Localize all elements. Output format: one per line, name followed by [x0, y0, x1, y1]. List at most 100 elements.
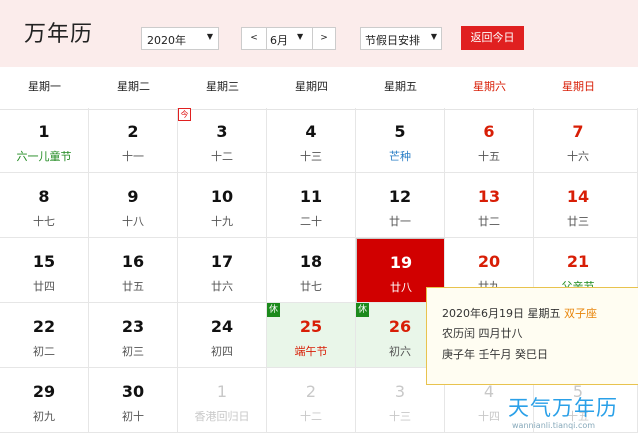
lunar-or-festival-label: 十二 [300, 410, 322, 423]
weekday-label: 星期六 [473, 80, 506, 93]
lunar-or-festival-label: 初二 [33, 345, 55, 358]
tooltip-ganzhi: 庚子年 壬午月 癸巳日 [442, 348, 548, 361]
day-cell[interactable]: 6 十五 [445, 108, 534, 173]
day-cell[interactable]: 23 初三 [89, 303, 178, 368]
day-number: 3 [216, 122, 228, 141]
day-number: 2 [305, 382, 317, 401]
day-cell[interactable]: 16 廿五 [89, 238, 178, 303]
year-select[interactable]: 2020年 ▼ [141, 27, 219, 50]
day-number: 12 [388, 187, 412, 206]
chevron-down-icon[interactable]: ▼ [297, 32, 303, 41]
chevron-down-icon: ▼ [430, 32, 437, 41]
lunar-or-festival-label: 二十 [300, 215, 322, 228]
lunar-or-festival-label: 香港回归日 [194, 410, 250, 423]
weekday-label: 星期五 [384, 80, 417, 93]
day-number: 25 [299, 317, 323, 336]
calendar-grid: 1 六一儿童节 2 十一今 3 十二 4 十三 5 芒种 6 十五 7 十六 8 十七 9 十八 10 十九 11 二十 1… [0, 108, 638, 438]
day-cell[interactable]: 2 十二 [267, 368, 356, 433]
day-number: 6 [483, 122, 495, 141]
day-number: 11 [299, 187, 323, 206]
day-cell[interactable]: 9 十八 [89, 173, 178, 238]
lunar-or-festival-label: 十二 [211, 150, 233, 163]
lunar-or-festival-label: 廿四 [33, 280, 55, 293]
day-number: 20 [477, 252, 501, 271]
prev-month-button[interactable]: < [242, 28, 267, 49]
day-cell[interactable]: 17 廿六 [178, 238, 267, 303]
lunar-or-festival-label: 廿六 [211, 280, 233, 293]
day-number: 13 [477, 187, 501, 206]
day-cell[interactable]: 8 十七 [0, 173, 89, 238]
chevron-down-icon: ▼ [206, 32, 213, 41]
day-number: 21 [566, 252, 590, 271]
today-badge: 今 [178, 108, 191, 121]
lunar-or-festival-label: 初九 [33, 410, 55, 423]
back-to-today-button[interactable]: 返回今日 [461, 26, 524, 50]
day-cell[interactable]: 7 十六 [534, 108, 638, 173]
day-number: 18 [299, 252, 323, 271]
day-cell[interactable]: 22 初二 [0, 303, 89, 368]
day-number: 14 [566, 187, 590, 206]
rest-day-badge: 休 [356, 303, 369, 317]
month-select-value[interactable]: 6月 [270, 32, 288, 48]
day-number: 7 [572, 122, 584, 141]
lunar-or-festival-label: 十五 [478, 150, 500, 163]
tooltip-date: 2020年6月19日 星期五 [442, 307, 561, 320]
day-cell[interactable]: 今 3 十二 [178, 108, 267, 173]
day-number: 16 [121, 252, 145, 271]
lunar-or-festival-label: 廿一 [389, 215, 411, 228]
lunar-or-festival-label: 初四 [211, 345, 233, 358]
page-title: 万年历 [24, 22, 94, 47]
day-number: 22 [32, 317, 56, 336]
day-number: 19 [389, 253, 413, 272]
day-cell[interactable]: 2 十一 [89, 108, 178, 173]
day-number: 30 [121, 382, 145, 401]
lunar-or-festival-label: 十一 [122, 150, 144, 163]
day-number: 10 [210, 187, 234, 206]
day-cell[interactable]: 14 廿三 [534, 173, 638, 238]
lunar-or-festival-label: 廿五 [122, 280, 144, 293]
day-cell[interactable]: 11 二十 [267, 173, 356, 238]
next-month-button[interactable]: > [312, 28, 335, 49]
lunar-or-festival-label: 廿二 [478, 215, 500, 228]
month-selector: < 6月 ▼ > [241, 27, 336, 50]
day-cell[interactable]: 1 六一儿童节 [0, 108, 89, 173]
day-number: 9 [127, 187, 139, 206]
day-number: 1 [38, 122, 50, 141]
day-cell[interactable]: 4 十三 [267, 108, 356, 173]
weekday-label: 星期一 [28, 80, 61, 93]
lunar-or-festival-label: 廿七 [300, 280, 322, 293]
day-cell[interactable]: 5 芒种 [356, 108, 445, 173]
day-cell[interactable]: 18 廿七 [267, 238, 356, 303]
day-number: 17 [210, 252, 234, 271]
day-cell[interactable]: 12 廿一 [356, 173, 445, 238]
lunar-or-festival-label: 六一儿童节 [16, 150, 72, 163]
weekday-label: 星期日 [562, 80, 595, 93]
lunar-or-festival-label: 十九 [211, 215, 233, 228]
day-number: 24 [210, 317, 234, 336]
weekday-header: 星期一 星期二 星期三 星期四 星期五 星期六 星期日 [0, 67, 638, 110]
day-number: 8 [38, 187, 50, 206]
lunar-or-festival-label: 十三 [389, 410, 411, 423]
day-cell[interactable]: 1 香港回归日 [178, 368, 267, 433]
day-number: 23 [121, 317, 145, 336]
day-number: 29 [32, 382, 56, 401]
day-cell[interactable]: 13 廿二 [445, 173, 534, 238]
day-number: 5 [394, 122, 406, 141]
lunar-or-festival-label: 廿三 [567, 215, 589, 228]
watermark-url: wannianli.tianqi.com [512, 421, 596, 430]
year-select-value: 2020年 [147, 34, 186, 47]
day-cell[interactable]: 29 初九 [0, 368, 89, 433]
weekday-label: 星期四 [295, 80, 328, 93]
day-number: 2 [127, 122, 139, 141]
day-number: 1 [216, 382, 228, 401]
day-cell[interactable]: 休 25 端午节 [267, 303, 356, 368]
holiday-select[interactable]: 节假日安排 ▼ [360, 27, 442, 50]
day-number: 4 [305, 122, 317, 141]
day-cell[interactable]: 30 初十 [89, 368, 178, 433]
day-cell[interactable]: 15 廿四 [0, 238, 89, 303]
day-cell[interactable]: 10 十九 [178, 173, 267, 238]
day-detail-tooltip: 2020年6月19日 星期五 双子座 农历闰 四月廿八 庚子年 壬午月 癸巳日 [426, 287, 638, 385]
day-cell[interactable]: 24 初四 [178, 303, 267, 368]
lunar-or-festival-label: 初十 [122, 410, 144, 423]
tooltip-zodiac: 双子座 [564, 307, 597, 320]
